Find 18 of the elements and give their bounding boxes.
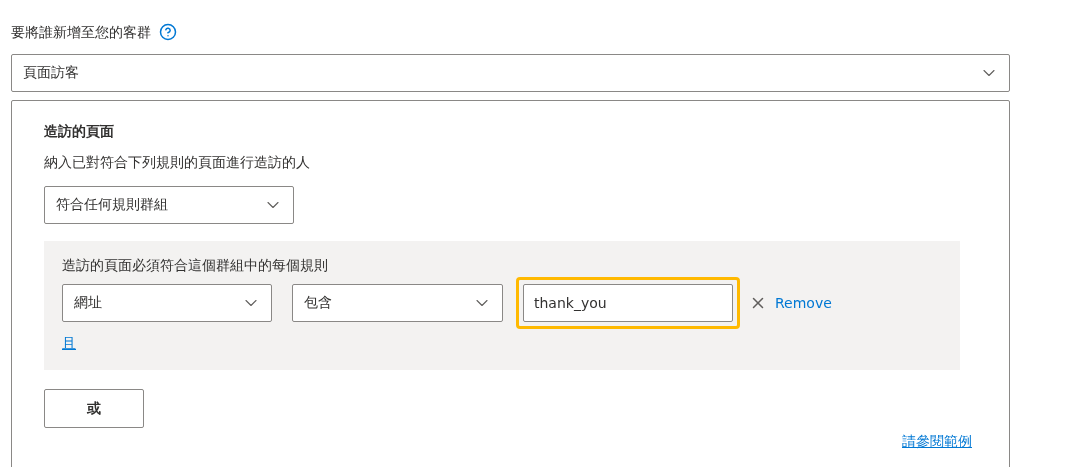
field-dropdown[interactable]: 網址 bbox=[62, 284, 272, 322]
rule-value-field[interactable]: thank_you bbox=[523, 284, 733, 322]
help-icon[interactable] bbox=[159, 23, 177, 41]
dropdown-value: 符合任何規則群組 bbox=[56, 196, 168, 214]
dropdown-value: 頁面訪客 bbox=[23, 64, 79, 82]
panel-description: 納入已對符合下列規則的頁面進行造訪的人 bbox=[44, 153, 311, 172]
match-dropdown[interactable]: 符合任何規則群組 bbox=[44, 186, 294, 224]
examples-link[interactable]: 請參閱範例 bbox=[902, 432, 972, 450]
audience-dropdown[interactable]: 頁面訪客 bbox=[11, 54, 1010, 92]
dropdown-value: 包含 bbox=[304, 294, 332, 312]
dropdown-value: 網址 bbox=[74, 294, 102, 312]
operator-dropdown[interactable]: 包含 bbox=[292, 284, 503, 322]
group-title: 造訪的頁面必須符合這個群組中的每個規則 bbox=[62, 256, 329, 275]
or-button[interactable]: 或 bbox=[44, 389, 144, 428]
panel-title: 造訪的頁面 bbox=[44, 122, 115, 141]
remove-button[interactable]: Remove bbox=[749, 294, 832, 312]
audience-label: 要將誰新增至您的客群 bbox=[11, 23, 151, 42]
and-link[interactable]: 且 bbox=[62, 334, 76, 352]
